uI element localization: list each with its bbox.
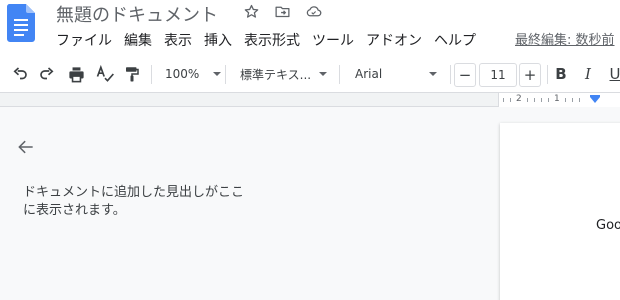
chevron-down-icon: [319, 72, 328, 76]
docs-logo-icon[interactable]: [7, 4, 35, 42]
menu-help[interactable]: ヘルプ: [428, 31, 482, 51]
spellcheck-icon: [96, 64, 114, 82]
ruler-tick: [534, 98, 535, 102]
document-page[interactable]: [500, 123, 620, 300]
menu-tools[interactable]: ツール: [306, 31, 360, 51]
zoom-dropdown[interactable]: 100%: [165, 64, 222, 84]
undo-icon: [13, 67, 27, 80]
spellcheck-button[interactable]: [94, 64, 116, 84]
outline-empty-message: ドキュメントに追加した見出しがここに表示されます。: [23, 185, 245, 218]
document-text[interactable]: Goo: [596, 218, 620, 233]
menu-view[interactable]: 表示: [158, 31, 198, 51]
ruler-tick: [510, 98, 511, 102]
close-outline-arrow-icon[interactable]: [15, 137, 37, 157]
ruler-tick: [527, 98, 528, 102]
ruler-tick: [572, 98, 573, 102]
font-size-decrease-button[interactable]: −: [454, 63, 476, 87]
star-icon[interactable]: [243, 3, 260, 20]
chevron-down-icon: [429, 72, 438, 76]
paragraph-style-value: 標準テキス...: [240, 67, 312, 82]
paint-format-icon: [126, 67, 139, 82]
undo-button[interactable]: [10, 64, 30, 84]
menu-file[interactable]: ファイル: [50, 31, 118, 51]
toolbar-divider: [151, 65, 152, 84]
paragraph-style-dropdown[interactable]: 標準テキス...: [240, 64, 328, 84]
font-size-increase-button[interactable]: +: [519, 63, 541, 87]
ruler-tick: [548, 98, 549, 102]
cloud-saved-icon[interactable]: [305, 3, 322, 20]
zoom-value: 100%: [165, 67, 200, 81]
left-indent-marker[interactable]: [590, 97, 600, 103]
font-dropdown[interactable]: Arial: [355, 64, 438, 84]
toolbar-divider: [225, 65, 226, 84]
document-title[interactable]: 無題のドキュメント: [56, 1, 218, 27]
ruler-label: 1: [554, 94, 560, 104]
move-to-folder-icon[interactable]: [274, 3, 291, 20]
menu-bar: ファイル 編集 表示 挿入 表示形式 ツール アドオン ヘルプ: [50, 31, 482, 51]
horizontal-ruler[interactable]: 2 1: [498, 93, 620, 107]
ruler-tick: [541, 98, 542, 102]
toolbar: 100% 標準テキス... Arial − 11 + B I U: [0, 56, 620, 93]
toolbar-divider: [339, 65, 340, 84]
italic-button[interactable]: I: [578, 64, 598, 84]
toolbar-divider: [450, 65, 451, 84]
menu-insert[interactable]: 挿入: [198, 31, 238, 51]
font-size-input[interactable]: 11: [479, 63, 517, 87]
menu-addons[interactable]: アドオン: [360, 31, 428, 51]
ruler-label: 2: [516, 94, 522, 104]
ruler-tick: [579, 98, 580, 102]
paint-format-button[interactable]: [122, 64, 142, 84]
title-icons: [243, 3, 322, 20]
print-button[interactable]: [65, 64, 87, 84]
bold-button[interactable]: B: [551, 64, 571, 84]
underline-button[interactable]: U: [605, 64, 620, 84]
chevron-down-icon: [213, 72, 222, 76]
redo-button[interactable]: [37, 64, 57, 84]
menu-format[interactable]: 表示形式: [238, 31, 306, 51]
redo-icon: [40, 67, 54, 80]
menu-edit[interactable]: 編集: [118, 31, 158, 51]
last-edit-link[interactable]: 最終編集: 数秒前: [515, 31, 615, 51]
print-icon: [68, 66, 84, 82]
header: 無題のドキュメント ファイル 編集 表示 挿入 表示形式 ツール アドオン ヘル…: [0, 0, 620, 56]
toolbar-divider: [547, 65, 548, 84]
font-value: Arial: [355, 67, 383, 81]
ruler-tick: [503, 98, 504, 102]
ruler-tick: [565, 98, 566, 102]
